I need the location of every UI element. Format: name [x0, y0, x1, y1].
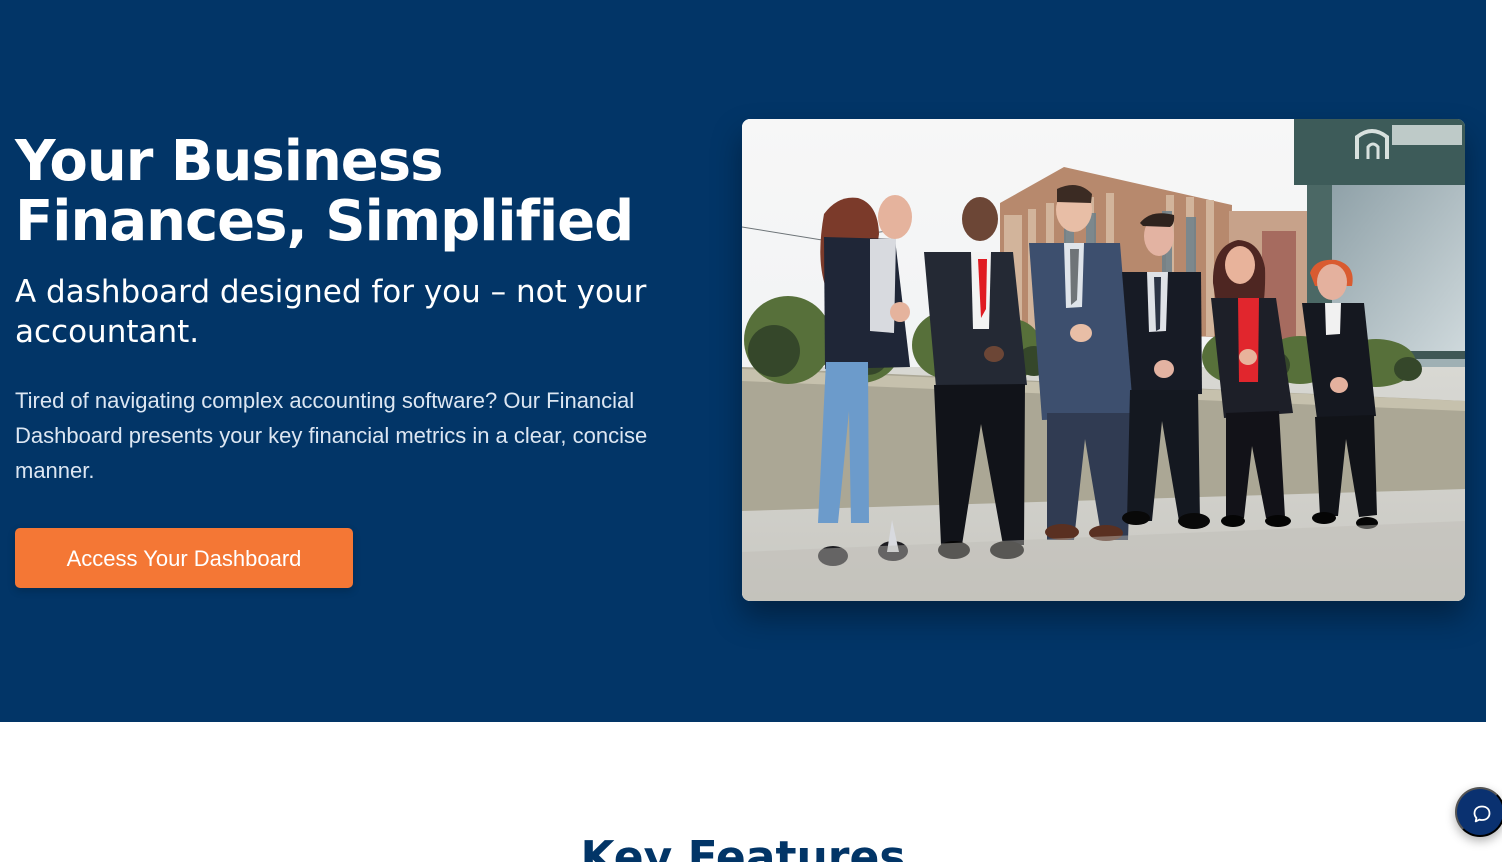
page: Your Business Finances, Simplified A das… [0, 0, 1502, 862]
hero-description: Tired of navigating complex accounting s… [15, 388, 648, 483]
access-dashboard-button[interactable]: Access Your Dashboard [15, 528, 353, 588]
team-photo [742, 119, 1465, 601]
scrollbar-track[interactable] [1486, 0, 1502, 722]
hero-subtitle: A dashboard designed for you – not your … [15, 274, 647, 350]
hero-title: Your Business Finances, Simplified [15, 129, 634, 254]
team-photo-illustration [742, 119, 1465, 601]
key-features-heading: Key Features [580, 832, 906, 862]
chat-widget-button[interactable] [1455, 787, 1502, 837]
chat-bubble-icon [1473, 805, 1491, 823]
hero-section: Your Business Finances, Simplified A das… [0, 0, 1486, 722]
